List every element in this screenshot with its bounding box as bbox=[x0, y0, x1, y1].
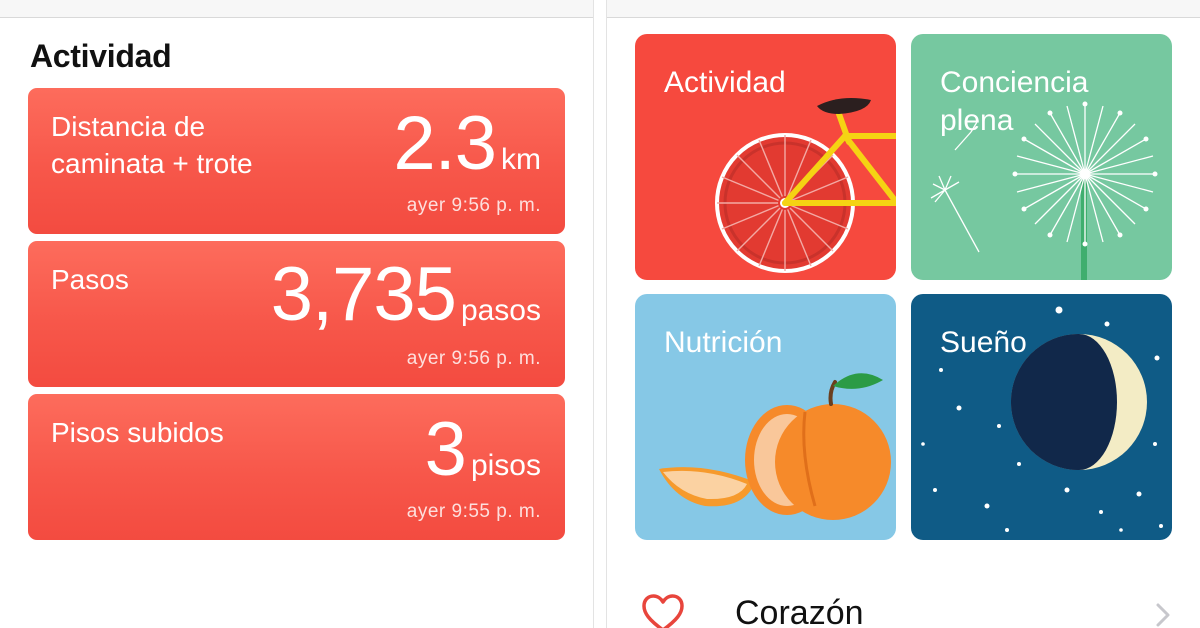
metric-value: 3,735 bbox=[270, 252, 457, 337]
metric-card-steps[interactable]: Pasos 3,735 pasos ayer 9:56 p. m. bbox=[28, 241, 565, 387]
category-tile-actividad[interactable]: Actividad bbox=[635, 34, 896, 280]
tile-label: Nutrición bbox=[664, 326, 783, 359]
metric-unit: pisos bbox=[470, 449, 541, 482]
metric-value: 2.3 bbox=[393, 101, 497, 186]
metric-unit: km bbox=[501, 143, 541, 176]
activity-panel: Actividad Distancia de caminata + trote … bbox=[0, 0, 593, 628]
metric-value-group: 2.3 km bbox=[393, 106, 541, 182]
list-item-corazon[interactable]: Corazón bbox=[607, 580, 1200, 628]
categories-panel: Actividad Conciencia plena Nutrición Sue… bbox=[607, 0, 1200, 628]
heart-icon bbox=[642, 594, 684, 628]
metric-timestamp: ayer 9:56 p. m. bbox=[406, 195, 541, 216]
metric-unit: pasos bbox=[460, 294, 541, 327]
panel-divider bbox=[593, 0, 607, 628]
metric-value-group: 3 pisos bbox=[425, 412, 541, 488]
metric-label: Pisos subidos bbox=[51, 417, 224, 448]
section-title: Actividad bbox=[30, 38, 172, 74]
metric-card-distance[interactable]: Distancia de caminata + trote 2.3 km aye… bbox=[28, 88, 565, 234]
tile-label: Conciencia plena bbox=[940, 66, 1089, 137]
metric-value: 3 bbox=[424, 407, 467, 492]
tile-label: Actividad bbox=[664, 66, 786, 99]
category-tile-nutricion[interactable]: Nutrición bbox=[635, 294, 896, 540]
category-tile-sueno[interactable]: Sueño bbox=[911, 294, 1172, 540]
metric-timestamp: ayer 9:56 p. m. bbox=[406, 348, 541, 369]
metric-timestamp: ayer 9:55 p. m. bbox=[406, 501, 541, 522]
metric-label: Distancia de caminata + trote bbox=[51, 111, 253, 179]
top-bar bbox=[607, 0, 1200, 18]
category-tile-conciencia-plena[interactable]: Conciencia plena bbox=[911, 34, 1172, 280]
row-label: Corazón bbox=[735, 594, 864, 628]
chevron-right-icon bbox=[1156, 603, 1170, 627]
metric-card-floors[interactable]: Pisos subidos 3 pisos ayer 9:55 p. m. bbox=[28, 394, 565, 540]
metric-value-group: 3,735 pasos bbox=[271, 257, 541, 333]
tile-label: Sueño bbox=[940, 326, 1027, 359]
top-bar bbox=[0, 0, 593, 18]
